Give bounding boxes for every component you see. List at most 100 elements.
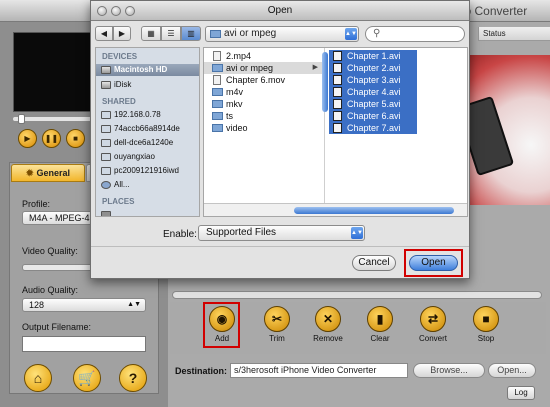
tab-general-label: General — [36, 168, 71, 178]
close-dot-icon[interactable] — [97, 6, 107, 16]
list-item-label: ts — [226, 111, 234, 121]
pause-button[interactable]: ❚❚ — [42, 129, 61, 148]
sidebar-item-shared[interactable]: 74accb66a8914de — [96, 123, 199, 135]
browse-button[interactable]: Browse... — [413, 363, 485, 378]
list-item[interactable]: Chapter 6.mov — [204, 74, 285, 86]
sidebar-item-idisk[interactable]: iDisk — [96, 79, 199, 91]
list-item-label: Chapter 4.avi — [347, 87, 401, 97]
zoom-dot-icon[interactable] — [125, 6, 135, 16]
horizontal-scrollbar[interactable] — [204, 203, 467, 216]
home-icon: ⌂ — [33, 370, 43, 386]
video-file-icon — [333, 75, 342, 85]
list-item[interactable]: 2.mp4 — [204, 50, 251, 62]
list-item[interactable]: Chapter 3.avi — [329, 74, 417, 86]
list-item[interactable]: Chapter 5.avi — [329, 98, 417, 110]
forward-button[interactable]: ▶ — [113, 26, 131, 41]
seek-knob[interactable] — [18, 114, 25, 124]
list-item[interactable]: video — [204, 122, 248, 134]
open-folder-button[interactable]: Open... — [488, 363, 536, 378]
horizontal-scroll-thumb[interactable] — [294, 207, 454, 214]
grid-icon: ▦ — [147, 29, 155, 38]
list-item[interactable]: Chapter 2.avi — [329, 62, 417, 74]
output-filename-input[interactable] — [22, 336, 146, 352]
remove-button[interactable]: ✕ Remove — [303, 306, 353, 343]
stop-icon: ■ — [73, 134, 78, 143]
idisk-icon — [101, 81, 111, 89]
video-file-icon — [333, 111, 342, 121]
stop-square-icon: ■ — [473, 306, 499, 332]
list-item[interactable]: Chapter 6.avi — [329, 110, 417, 122]
sidebar-item-all[interactable]: All... — [96, 179, 199, 191]
sidebar-item-shared[interactable]: dell-dce6a1240e — [96, 137, 199, 149]
tab-general[interactable]: ✹ General — [11, 164, 85, 182]
sidebar-item-places[interactable] — [96, 209, 199, 216]
list-item-label: Chapter 7.avi — [347, 123, 401, 133]
home-button[interactable]: ⌂ — [24, 364, 52, 392]
folder-popup-value: avi or mpeg — [224, 28, 277, 39]
list-item[interactable]: Chapter 1.avi — [329, 50, 417, 62]
trim-button[interactable]: ✂ Trim — [252, 306, 302, 343]
gear-icon: ✹ — [25, 168, 34, 178]
list-item[interactable]: ts — [204, 110, 233, 122]
forward-arrow-icon: ▶ — [118, 29, 126, 38]
folder-icon — [212, 88, 223, 96]
list-item-label: Chapter 6.mov — [226, 75, 286, 85]
cancel-button[interactable]: Cancel — [352, 255, 396, 271]
trash-icon: ▮ — [367, 306, 393, 332]
list-item[interactable]: m4v — [204, 86, 243, 98]
stepper-icon: ▲▼ — [127, 301, 141, 308]
cart-button[interactable]: 🛒 — [73, 364, 101, 392]
sidebar-item-label: Macintosh HD — [114, 65, 168, 74]
sidebar-item-label: ouyangxiao — [114, 152, 155, 161]
list-item-label: Chapter 5.avi — [347, 99, 401, 109]
sidebar-item-shared[interactable]: pc2009121916iwd — [96, 165, 199, 177]
sidebar-item-macintosh-hd[interactable]: Macintosh HD — [96, 64, 199, 76]
icon-view-button[interactable]: ▦ — [141, 26, 161, 41]
sidebar-item-label: 192.168.0.78 — [114, 110, 161, 119]
dialog-title: Open — [267, 5, 293, 16]
list-item[interactable]: Chapter 7.avi — [329, 122, 417, 134]
list-item-label: video — [226, 123, 248, 133]
devices-header: DEVICES — [102, 52, 138, 61]
sidebar-item-shared[interactable]: ouyangxiao — [96, 151, 199, 163]
list-item-label: avi or mpeg — [226, 63, 274, 73]
video-quality-label: Video Quality: — [22, 246, 78, 256]
dialog-title-bar: Open — [91, 1, 469, 21]
audio-quality-select[interactable]: 128 ▲▼ — [22, 298, 146, 312]
convert-button[interactable]: ⇄ Convert — [408, 306, 458, 343]
conversion-progress-bar — [172, 291, 542, 299]
computer-icon — [101, 139, 111, 147]
list-item[interactable]: Chapter 4.avi — [329, 86, 417, 98]
sidebar-item-shared[interactable]: 192.168.0.78 — [96, 109, 199, 121]
clear-button[interactable]: ▮ Clear — [355, 306, 405, 343]
list-item-selected-folder[interactable]: avi or mpeg ▶ — [204, 62, 322, 74]
list-item-label: Chapter 3.avi — [347, 75, 401, 85]
list-icon: ☰ — [167, 29, 175, 38]
list-item-label: Chapter 2.avi — [347, 63, 401, 73]
folder-icon — [101, 211, 111, 216]
output-filename-label: Output Filename: — [22, 322, 92, 332]
divider — [91, 246, 469, 247]
list-item-label: 2.mp4 — [226, 51, 252, 61]
search-input[interactable]: ⚲ — [365, 26, 465, 42]
back-button[interactable]: ◀ — [95, 26, 113, 41]
list-item-label: mkv — [226, 99, 243, 109]
cart-icon: 🛒 — [78, 370, 96, 386]
list-view-button[interactable]: ☰ — [161, 26, 181, 41]
profile-value: M4A - MPEG-4 — [29, 213, 90, 223]
video-file-icon — [333, 63, 342, 73]
log-button[interactable]: Log — [507, 386, 535, 400]
help-button[interactable]: ? — [119, 364, 147, 392]
enable-filter-select[interactable]: Supported Files ▲▼ — [198, 225, 365, 241]
destination-input[interactable]: s/3herosoft iPhone Video Converter — [230, 363, 408, 378]
stop-button[interactable]: ■ Stop — [461, 306, 511, 343]
stop-label: Stop — [477, 334, 495, 343]
pause-icon: ❚❚ — [44, 134, 59, 143]
column-view-button[interactable]: ▥ — [181, 26, 201, 41]
play-button[interactable]: ▶ — [18, 129, 37, 148]
stop-preview-button[interactable]: ■ — [66, 129, 85, 148]
folder-popup[interactable]: avi or mpeg ▲▼ — [205, 26, 359, 42]
minimize-dot-icon[interactable] — [111, 6, 121, 16]
list-item[interactable]: mkv — [204, 98, 243, 110]
profile-label: Profile: — [22, 199, 51, 209]
